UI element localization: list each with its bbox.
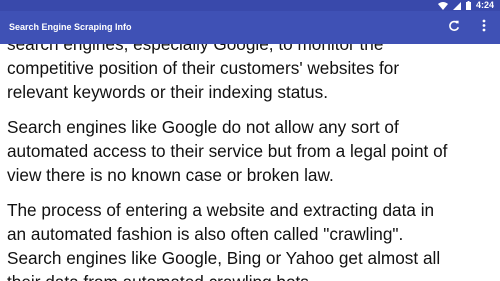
app-title: Search Engine Scraping Info [9, 22, 132, 32]
overflow-menu-button[interactable] [476, 19, 492, 37]
paragraph-line: Search engines like Google do not allow … [7, 117, 399, 137]
cell-signal-icon [452, 1, 461, 10]
paragraph-line: The process of entering a website and ex… [7, 200, 435, 220]
paragraph-3: The process of entering a website and ex… [0, 198, 500, 281]
paragraph-2: Search engines like Google do not allow … [0, 115, 500, 187]
status-bar: 4:24 [0, 0, 500, 11]
status-icons: 4:24 [437, 0, 494, 11]
status-time: 4:24 [475, 0, 494, 10]
app-screen: 4:24 Search Engine Scraping Info search … [0, 0, 500, 281]
paragraph-line: their data from automated crawling bots. [7, 272, 314, 281]
overflow-menu-icon [482, 19, 486, 37]
paragraph-line: Search engines like Google, Bing or Yaho… [7, 248, 441, 268]
paragraph-line: automated access to their service but fr… [7, 141, 448, 161]
paragraph-line: competitive position of their customers'… [7, 58, 400, 78]
article-content[interactable]: search engines, especially Google, to mo… [0, 32, 500, 281]
battery-icon [465, 1, 471, 10]
app-bar: Search Engine Scraping Info [0, 11, 500, 44]
paragraph-line: an automated fashion is also often calle… [7, 224, 404, 244]
app-actions [446, 11, 492, 44]
paragraph-line: relevant keywords or their indexing stat… [7, 82, 328, 102]
wifi-icon [437, 1, 448, 10]
paragraph-line: view there is no known case or broken la… [7, 165, 334, 185]
refresh-icon [448, 19, 460, 37]
refresh-button[interactable] [446, 20, 462, 36]
